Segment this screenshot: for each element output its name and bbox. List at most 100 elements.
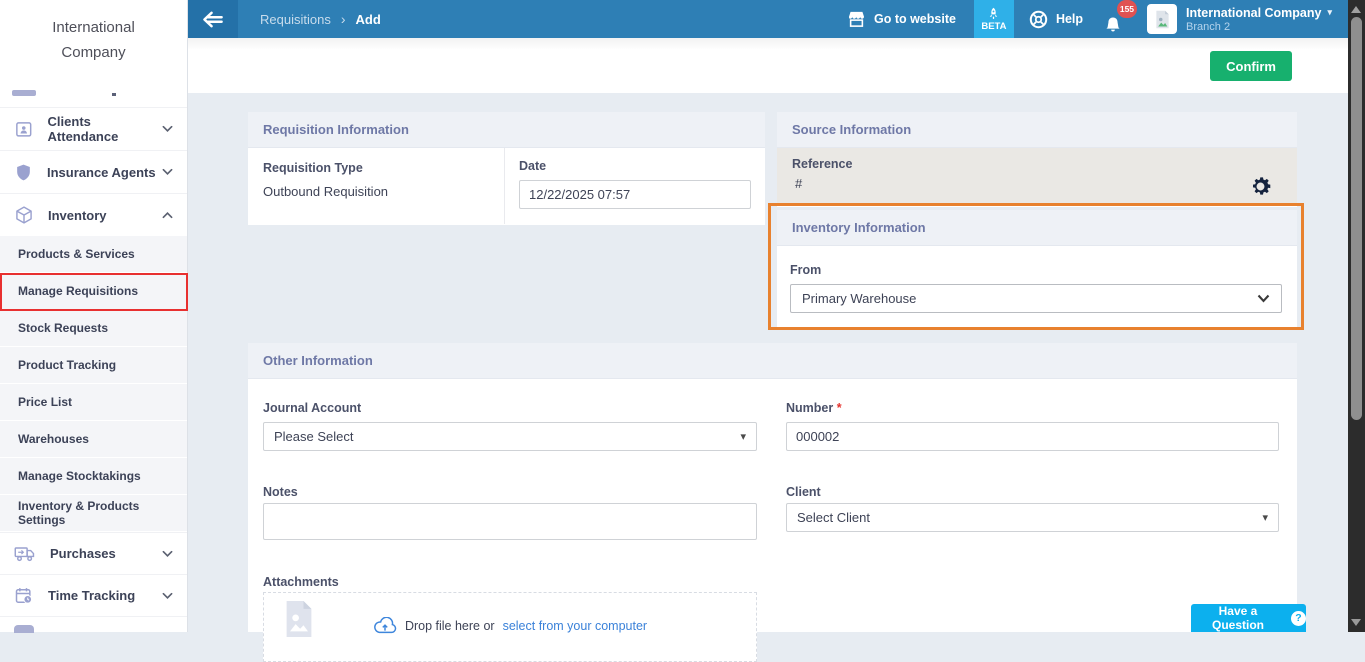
chevron-down-icon — [1257, 294, 1270, 303]
breadcrumb-separator: › — [341, 11, 346, 27]
journal-account-value: Please Select — [274, 429, 354, 444]
collapse-sidebar-button[interactable] — [188, 0, 238, 38]
requisition-information-panel: Requisition Information Requisition Type… — [248, 112, 765, 225]
breadcrumb-current: Add — [356, 12, 381, 27]
sidebar-company-title: International Company — [0, 0, 187, 90]
top-header-bar: Requisitions › Add Go to website BETA He… — [188, 0, 1348, 38]
reference-row: Reference # — [777, 148, 1297, 206]
caret-down-icon: ▾ — [740, 430, 746, 443]
sidebar-item-manage-stocktakings[interactable]: Manage Stocktakings — [0, 458, 187, 495]
attachments-label: Attachments — [263, 575, 339, 589]
clients-attendance-icon — [14, 119, 34, 139]
number-input[interactable] — [786, 422, 1279, 451]
vertical-scrollbar[interactable] — [1348, 0, 1365, 632]
sidebar-item-warehouses[interactable]: Warehouses — [0, 421, 187, 458]
rocket-icon — [987, 7, 1000, 20]
scroll-down-arrow[interactable] — [1351, 619, 1361, 626]
from-warehouse-value: Primary Warehouse — [802, 291, 916, 306]
chevron-down-icon — [162, 545, 173, 563]
beta-label: BETA — [981, 21, 1006, 32]
sidebar-partial-item[interactable] — [0, 90, 187, 107]
chevron-down-icon — [162, 587, 173, 605]
have-a-question-button[interactable]: Have a Question ? — [1191, 604, 1306, 632]
purchases-icon — [14, 544, 36, 563]
company-avatar[interactable] — [1147, 4, 1177, 34]
help-button[interactable]: Help — [1028, 9, 1083, 30]
sidebar-partial-item-bottom[interactable] — [0, 616, 187, 632]
subitem-label: Products & Services — [18, 247, 135, 261]
client-value: Select Client — [797, 510, 870, 525]
from-warehouse-select[interactable]: Primary Warehouse — [790, 284, 1282, 313]
cloud-upload-icon — [373, 617, 397, 634]
breadcrumb-requisitions[interactable]: Requisitions — [260, 12, 331, 27]
notes-textarea[interactable] — [263, 503, 757, 540]
gear-icon[interactable] — [1248, 174, 1273, 204]
reference-label: Reference — [792, 157, 1282, 171]
panel-title: Inventory Information — [777, 210, 1297, 246]
file-dropzone[interactable]: Drop file here or select from your compu… — [263, 592, 757, 662]
partial-chevron — [112, 93, 116, 96]
drop-file-text: Drop file here or — [405, 619, 495, 633]
chevron-down-icon — [162, 120, 173, 138]
subitem-label: Inventory & Products Settings — [18, 499, 169, 527]
insurance-agents-icon — [14, 162, 33, 183]
sidebar-item-purchases[interactable]: Purchases — [0, 532, 187, 574]
notifications-button[interactable]: 155 — [1103, 4, 1127, 34]
sidebar-item-label: Time Tracking — [48, 588, 135, 603]
help-label: Help — [1056, 12, 1083, 26]
page-toolbar: Confirm — [188, 38, 1348, 93]
client-select[interactable]: Select Client ▾ — [786, 503, 1279, 532]
number-label: Number * — [786, 401, 842, 415]
notes-label: Notes — [263, 485, 298, 499]
sidebar-item-time-tracking[interactable]: Time Tracking — [0, 574, 187, 616]
company-name: International Company — [1186, 6, 1321, 20]
other-information-panel: Other Information Journal Account Please… — [248, 343, 1297, 632]
reference-value: # — [795, 176, 1282, 191]
sidebar-item-products-services[interactable]: Products & Services — [0, 236, 187, 273]
lifebuoy-icon — [1028, 9, 1049, 30]
date-input[interactable] — [519, 180, 751, 209]
subitem-label: Warehouses — [18, 432, 89, 446]
sidebar-item-product-tracking[interactable]: Product Tracking — [0, 347, 187, 384]
sidebar-item-insurance-agents[interactable]: Insurance Agents — [0, 150, 187, 193]
requisition-type-label: Requisition Type — [263, 161, 489, 175]
breadcrumb: Requisitions › Add — [260, 11, 381, 27]
question-mark-icon: ? — [1291, 611, 1306, 626]
time-tracking-icon — [14, 586, 34, 606]
company-branch-menu[interactable]: International Company ▾ Branch 2 — [1186, 6, 1348, 33]
scroll-up-arrow[interactable] — [1351, 6, 1361, 13]
caret-down-icon: ▾ — [1262, 511, 1268, 524]
sidebar-item-stock-requests[interactable]: Stock Requests — [0, 310, 187, 347]
date-label: Date — [519, 159, 751, 173]
sidebar-item-label: Insurance Agents — [47, 165, 156, 180]
notification-count-badge: 155 — [1117, 0, 1137, 18]
sidebar-item-inventory[interactable]: Inventory — [0, 193, 187, 236]
journal-account-select[interactable]: Please Select ▾ — [263, 422, 757, 451]
inventory-information-panel: Inventory Information From Primary Wareh… — [777, 210, 1297, 327]
sidebar-item-label: Purchases — [50, 546, 116, 561]
select-from-computer-link[interactable]: select from your computer — [503, 619, 648, 633]
sidebar-item-manage-requisitions[interactable]: Manage Requisitions — [0, 273, 187, 310]
inventory-icon — [14, 205, 34, 225]
requisition-type-value: Outbound Requisition — [263, 184, 489, 199]
source-information-panel: Source Information Reference # — [777, 112, 1297, 207]
partial-icon — [12, 90, 36, 96]
branch-name: Branch 2 — [1186, 21, 1332, 33]
chevron-up-icon — [162, 206, 173, 224]
sidebar-item-price-list[interactable]: Price List — [0, 384, 187, 421]
confirm-button[interactable]: Confirm — [1210, 51, 1292, 81]
sidebar-item-clients-attendance[interactable]: Clients Attendance — [0, 107, 187, 150]
scrollbar-thumb[interactable] — [1351, 17, 1362, 420]
panel-title: Other Information — [248, 343, 1297, 379]
sidebar: International Company Clients Attendance… — [0, 0, 188, 632]
subitem-label: Manage Stocktakings — [18, 469, 141, 483]
caret-down-icon: ▾ — [1327, 7, 1332, 18]
back-arrow-icon — [201, 9, 226, 30]
go-to-website-label: Go to website — [874, 12, 956, 26]
sidebar-item-inventory-products-settings[interactable]: Inventory & Products Settings — [0, 495, 187, 532]
storefront-icon — [847, 10, 866, 28]
beta-button[interactable]: BETA — [974, 0, 1014, 38]
go-to-website-button[interactable]: Go to website — [847, 10, 956, 28]
journal-account-label: Journal Account — [263, 401, 361, 415]
client-label: Client — [786, 485, 821, 499]
